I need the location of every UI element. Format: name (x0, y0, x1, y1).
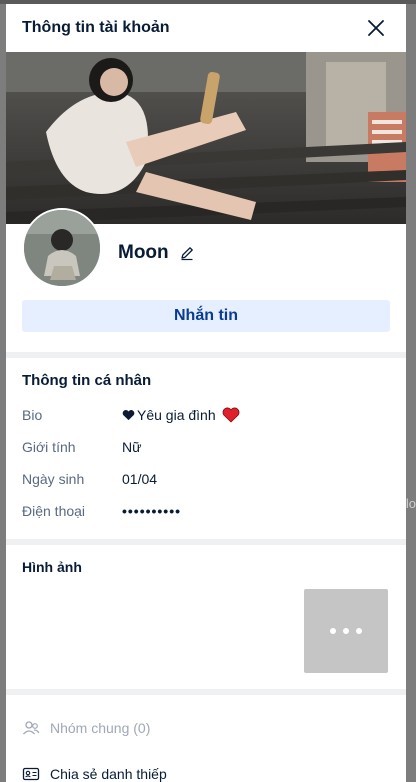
info-row-birthday: Ngày sinh 01/04 (22, 463, 390, 495)
name-row: Moon (118, 242, 195, 264)
message-button[interactable]: Nhắn tin (22, 300, 390, 332)
close-button[interactable] (362, 14, 390, 42)
red-heart-icon (222, 407, 240, 423)
avatar-image (24, 210, 100, 286)
info-row-bio: Bio Yêu gia đình (22, 399, 390, 431)
close-icon (368, 20, 384, 36)
phone-label: Điện thoại (22, 503, 86, 519)
group-icon (22, 719, 40, 737)
personal-info-title: Thông tin cá nhân (22, 372, 152, 389)
share-card-row[interactable]: Chia sẻ danh thiếp (22, 751, 390, 782)
cover-photo[interactable] (6, 52, 406, 224)
info-row-gender: Giới tính Nữ (22, 431, 390, 463)
common-groups-row[interactable]: Nhóm chung (0) (22, 705, 390, 751)
more-dot (356, 628, 362, 634)
images-title: Hình ảnh (22, 559, 82, 575)
personal-info-section: Thông tin cá nhân Bio Yêu gia đình Giới … (6, 358, 406, 539)
birthday-label: Ngày sinh (22, 471, 85, 487)
gender-label: Giới tính (22, 439, 76, 455)
black-heart-icon (122, 410, 135, 421)
more-images-button[interactable] (304, 589, 388, 673)
phone-value: •••••••••• (122, 503, 182, 519)
backdrop-edge-text: lo (405, 496, 416, 511)
pencil-icon (181, 247, 193, 261)
avatar[interactable] (22, 208, 102, 288)
profile-name: Moon (118, 242, 169, 263)
bio-label: Bio (22, 407, 43, 423)
modal-header: Thông tin tài khoản (6, 4, 406, 52)
bio-value: Yêu gia đình (137, 407, 216, 423)
more-dot (330, 628, 336, 634)
bio-value-wrap: Yêu gia đình (122, 407, 240, 423)
edit-name-button[interactable] (179, 245, 195, 261)
modal-title: Thông tin tài khoản (22, 19, 170, 36)
account-info-modal: Thông tin tài khoản Moon Nhắn tin Thông … (6, 4, 406, 782)
cover-photo-image (6, 52, 406, 224)
images-section: Hình ảnh (6, 545, 406, 689)
share-card-label: Chia sẻ danh thiếp (50, 766, 167, 782)
common-groups-label: Nhóm chung (0) (50, 720, 151, 736)
gender-value: Nữ (122, 439, 142, 455)
info-row-phone: Điện thoại •••••••••• (22, 495, 390, 527)
more-dot (343, 628, 349, 634)
profile-block: Moon Nhắn tin (6, 208, 406, 352)
birthday-value: 01/04 (122, 471, 158, 487)
actions-section: Nhóm chung (0) Chia sẻ danh thiếp (6, 695, 406, 782)
contact-card-icon (22, 765, 40, 782)
